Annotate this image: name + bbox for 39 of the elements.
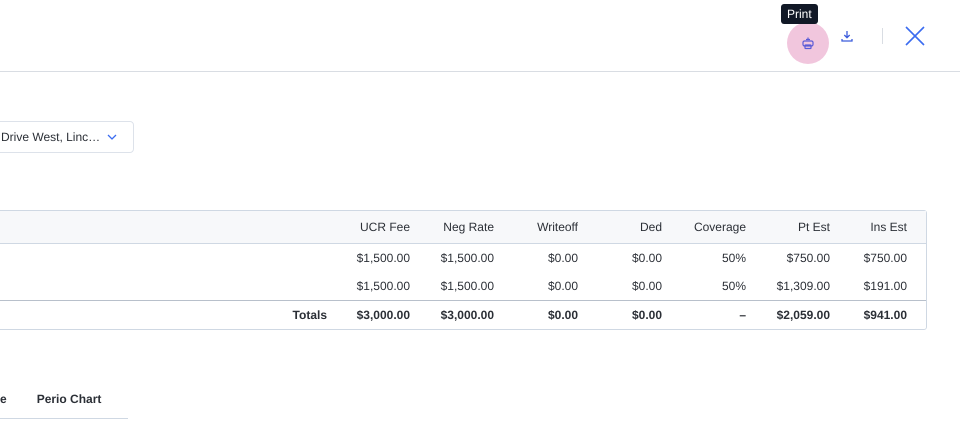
tooltip: Print <box>781 4 818 24</box>
table-cell-text: $1,500.00 <box>440 279 494 293</box>
location-select[interactable]: Drive West, Linc… <box>0 121 134 153</box>
total-cell-text: $0.00 <box>630 308 662 322</box>
table-cell-text: $1,500.00 <box>440 251 494 265</box>
print-button[interactable] <box>787 22 829 64</box>
column-header: Ins Est <box>869 220 907 234</box>
total-cell-text: $2,059.00 <box>776 308 830 322</box>
total-cell-text: $941.00 <box>862 308 907 322</box>
column-header: Writeoff <box>536 220 578 234</box>
download-icon <box>841 30 853 42</box>
column-header: Ded <box>638 220 662 234</box>
table-cell-text: $750.00 <box>862 251 907 265</box>
table-cell-text: $750.00 <box>786 251 830 265</box>
column-header: Pt Est <box>796 220 830 234</box>
printer-icon <box>801 36 815 50</box>
table-cell-text: 50% <box>720 279 746 293</box>
table-cell-text: $0.00 <box>630 251 662 265</box>
column-header: Coverage <box>692 220 746 234</box>
total-cell-text: $3,000.00 <box>356 308 410 322</box>
column-header: UCR Fee <box>358 220 410 234</box>
table-cell-text: $0.00 <box>546 279 578 293</box>
total-cell-text: $0.00 <box>546 308 578 322</box>
total-cell-text: $3,000.00 <box>440 308 494 322</box>
tab[interactable]: e <box>0 392 7 418</box>
table-cell-text: $1,500.00 <box>356 279 410 293</box>
total-cell-text: – <box>738 308 746 322</box>
close-icon <box>905 26 925 46</box>
close-button[interactable] <box>905 26 925 46</box>
table-cell-text: $0.00 <box>546 251 578 265</box>
table-cell-text: 50% <box>720 251 746 265</box>
total-cell-text: Totals <box>292 308 327 322</box>
table-cell-text: $191.00 <box>862 279 907 293</box>
tab[interactable]: Perio Chart <box>36 392 102 418</box>
column-header: Neg Rate <box>442 220 494 234</box>
chevron-down-icon <box>107 134 117 140</box>
table-cell-text: $0.00 <box>630 279 662 293</box>
table-cell-text: $1,309.00 <box>776 279 830 293</box>
table-cell-text: $1,500.00 <box>356 251 410 265</box>
